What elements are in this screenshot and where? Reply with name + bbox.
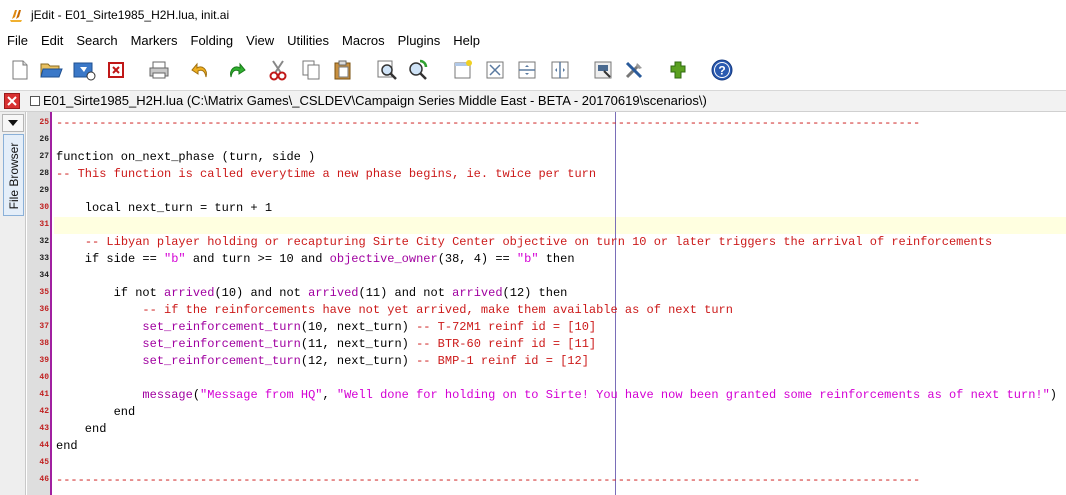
menu-utilities[interactable]: Utilities (280, 30, 335, 52)
line-number: 44 (39, 441, 49, 450)
buffer-dirty-indicator (30, 96, 40, 106)
line-number: 36 (39, 305, 49, 314)
undo-icon[interactable] (188, 57, 214, 83)
menu-macros[interactable]: Macros (335, 30, 391, 52)
code-line[interactable]: ----------------------------------------… (56, 115, 920, 132)
code-line[interactable]: end (56, 404, 136, 421)
redo-icon[interactable] (223, 57, 249, 83)
svg-text:?: ? (718, 64, 725, 78)
line-number: 25 (39, 118, 49, 127)
plugin-options-icon[interactable] (622, 57, 648, 83)
line-number: 26 (39, 135, 49, 144)
menu-search[interactable]: Search (69, 30, 123, 52)
plugin-manager-icon[interactable] (666, 57, 692, 83)
unsplit-icon[interactable] (482, 57, 508, 83)
code-line[interactable]: set_reinforcement_turn(10, next_turn) --… (56, 319, 596, 336)
code-line[interactable]: ----------------------------------------… (56, 472, 920, 489)
line-number: 31 (39, 220, 49, 229)
close-file-icon[interactable] (103, 57, 129, 83)
line-number: 30 (39, 203, 49, 212)
new-file-icon[interactable] (7, 57, 33, 83)
current-line-highlight (54, 217, 1066, 234)
code-line[interactable]: -- This function is called everytime a n… (56, 166, 596, 183)
jedit-logo-icon (9, 7, 25, 23)
print-icon[interactable] (146, 57, 172, 83)
chevron-down-icon (8, 120, 18, 126)
line-number: 33 (39, 254, 49, 263)
code-line[interactable]: end (56, 421, 107, 438)
menu-plugins[interactable]: Plugins (391, 30, 447, 52)
open-file-icon[interactable] (38, 57, 64, 83)
buffer-title[interactable]: E01_Sirte1985_H2H.lua (C:\Matrix Games\_… (43, 93, 707, 109)
line-number: 32 (39, 237, 49, 246)
new-view-icon[interactable] (450, 57, 476, 83)
file-browser-tab-label: File Browser (7, 142, 21, 210)
close-buffer-icon[interactable] (4, 93, 20, 109)
line-number: 34 (39, 271, 49, 280)
window-title: jEdit - E01_Sirte1985_H2H.lua, init.ai (31, 8, 230, 22)
menu-file[interactable]: File (0, 30, 34, 52)
menu-view[interactable]: View (239, 30, 280, 52)
title-bar: jEdit - E01_Sirte1985_H2H.lua, init.ai (0, 0, 1066, 30)
cut-icon[interactable] (265, 57, 291, 83)
line-number: 40 (39, 373, 49, 382)
copy-icon[interactable] (298, 57, 324, 83)
line-number: 43 (39, 424, 49, 433)
paste-icon[interactable] (330, 57, 356, 83)
line-number: 45 (39, 458, 49, 467)
line-number: 46 (39, 475, 49, 484)
code-line[interactable]: local next_turn = turn + 1 (56, 200, 272, 217)
code-line[interactable]: function on_next_phase (turn, side ) (56, 149, 315, 166)
line-number: 29 (39, 186, 49, 195)
line-number: 41 (39, 390, 49, 399)
line-number: 35 (39, 288, 49, 297)
line-number: 42 (39, 407, 49, 416)
menu-edit[interactable]: Edit (34, 30, 69, 52)
code-line[interactable]: message("Message from HQ", "Well done fo… (56, 387, 1057, 404)
find-next-icon[interactable] (405, 57, 431, 83)
code-line[interactable]: -- if the reinforcements have not yet ar… (56, 302, 733, 319)
dock-menu-button[interactable] (2, 114, 24, 132)
code-line[interactable]: end (56, 438, 78, 455)
code-line[interactable]: set_reinforcement_turn(11, next_turn) --… (56, 336, 596, 353)
find-icon[interactable] (374, 57, 400, 83)
code-line[interactable]: set_reinforcement_turn(12, next_turn) --… (56, 353, 588, 370)
menu-bar: File Edit Search Markers Folding View Ut… (0, 30, 1066, 52)
menu-markers[interactable]: Markers (124, 30, 184, 52)
line-number: 37 (39, 322, 49, 331)
help-icon[interactable]: ? (709, 57, 735, 83)
line-number: 38 (39, 339, 49, 348)
line-number: 39 (39, 356, 49, 365)
menu-folding[interactable]: Folding (184, 30, 240, 52)
reload-icon[interactable] (71, 57, 97, 83)
code-line[interactable]: if not arrived(10) and not arrived(11) a… (56, 285, 568, 302)
split-horizontal-icon[interactable] (514, 57, 540, 83)
line-number: 28 (39, 169, 49, 178)
global-options-icon[interactable] (590, 57, 616, 83)
line-number: 27 (39, 152, 49, 161)
menu-help[interactable]: Help (446, 30, 486, 52)
code-line[interactable]: if side == "b" and turn >= 10 and object… (56, 251, 575, 268)
code-line[interactable]: -- Libyan player holding or recapturing … (56, 234, 992, 251)
split-vertical-icon[interactable] (547, 57, 573, 83)
